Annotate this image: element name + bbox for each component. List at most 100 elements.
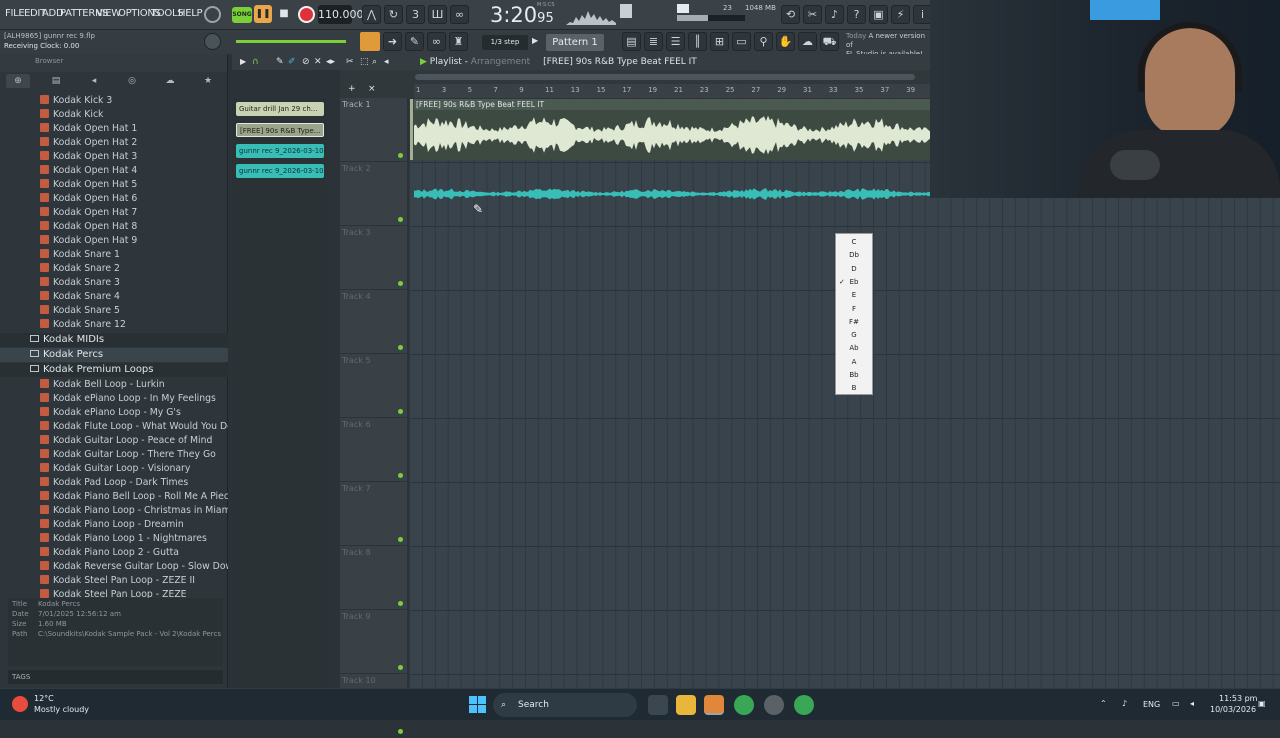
browser-folder-item[interactable]: Kodak Premium Loops	[0, 363, 228, 377]
browser-file-item[interactable]: Kodak Open Hat 2	[40, 136, 137, 149]
brush-tool-icon[interactable]: ✐	[288, 57, 296, 67]
browser-file-item[interactable]: Kodak Piano Loop - Dreamin	[40, 518, 184, 531]
delete-tool-icon[interactable]: ⊘	[302, 57, 310, 67]
stamp-button[interactable]: ♜	[449, 32, 468, 51]
browser-file-item[interactable]: Kodak Snare 4	[40, 290, 120, 303]
browser-file-item[interactable]: Kodak Kick 3	[40, 94, 112, 107]
stop-button[interactable]: ■	[276, 5, 292, 23]
song-mode-button[interactable]: SONG	[232, 7, 252, 23]
key-option[interactable]: F	[836, 303, 872, 316]
playlist-play-icon[interactable]: ▶	[420, 57, 430, 67]
snap-button[interactable]	[360, 32, 380, 51]
track-enable-led[interactable]	[398, 473, 403, 478]
track-enable-led[interactable]	[398, 665, 403, 670]
help-button[interactable]: ?	[847, 5, 866, 24]
main-volume-knob-icon[interactable]	[204, 33, 221, 50]
tags-bar[interactable]: TAGS	[8, 670, 223, 684]
audio-clip[interactable]: [FREE] 90s R&B Type Beat FEEL IT	[414, 99, 930, 160]
file-explorer-icon[interactable]	[676, 695, 696, 715]
browser-tab-project[interactable]: ▤	[44, 74, 68, 88]
track-header[interactable]: Track 5	[340, 354, 407, 418]
mixer-cut-button[interactable]: ✂	[803, 5, 822, 24]
project-button[interactable]: ▭	[732, 32, 751, 51]
browser-file-item[interactable]: Kodak Open Hat 8	[40, 220, 137, 233]
magnet-icon[interactable]: ∩	[252, 57, 259, 67]
browser-tab-all[interactable]: ⊕	[6, 74, 30, 88]
slice-tool-icon[interactable]: ✂	[346, 57, 354, 67]
key-option[interactable]: B	[836, 382, 872, 395]
clock-time[interactable]: 11:53 pm	[1219, 694, 1257, 703]
fl-studio-icon[interactable]	[704, 695, 724, 715]
network-icon[interactable]: ▭	[1172, 699, 1180, 708]
menu-help[interactable]: HELP	[178, 8, 203, 19]
mute-tool-icon[interactable]: ✕	[314, 57, 322, 67]
key-option[interactable]: C	[836, 236, 872, 249]
channel-rack-button[interactable]: ▤	[622, 32, 641, 51]
track-enable-led[interactable]	[398, 345, 403, 350]
key-option[interactable]: ✓ Eb	[836, 276, 872, 289]
browser-file-item[interactable]: Kodak Open Hat 3	[40, 150, 137, 163]
track-header[interactable]: Track 8	[340, 546, 407, 610]
track-header[interactable]: Track 1	[340, 98, 407, 162]
microphone-button[interactable]: ♪	[825, 5, 844, 24]
step-edit-button[interactable]: Ш	[428, 5, 447, 24]
track-enable-led[interactable]	[398, 281, 403, 286]
save-button[interactable]: ▣	[869, 5, 888, 24]
track-enable-led[interactable]	[398, 153, 403, 158]
track-header[interactable]: Track 3	[340, 226, 407, 290]
slip-tool-icon[interactable]: ◂▸	[326, 57, 335, 67]
pattern-selector[interactable]: Pattern 1	[546, 34, 604, 51]
key-option[interactable]: F#	[836, 316, 872, 329]
browser-file-item[interactable]: Kodak Piano Loop 1 - Nightmares	[40, 532, 207, 545]
language-indicator[interactable]: ENG	[1143, 700, 1160, 709]
pattern-prev-arrow-icon[interactable]: ▶	[532, 36, 538, 45]
master-pitch-knob-icon[interactable]	[204, 6, 221, 23]
browser-file-item[interactable]: Kodak Snare 5	[40, 304, 120, 317]
track-header[interactable]: Track 4	[340, 290, 407, 354]
browser-folder-item[interactable]: Kodak MIDIs	[0, 333, 228, 347]
plugin-picker-button[interactable]: ⚲	[754, 32, 773, 51]
browser-file-item[interactable]: Kodak Snare 1	[40, 248, 120, 261]
browser-tab-speaker[interactable]: ◂	[82, 74, 106, 88]
start-button[interactable]	[469, 696, 486, 713]
playback-tool-icon[interactable]: ◂	[384, 57, 389, 67]
wait-input-button[interactable]: ↻	[384, 5, 403, 24]
browser-file-item[interactable]: Kodak Piano Loop - Christmas in Miami	[40, 504, 228, 517]
taskbar-search[interactable]: ⌕ Search	[493, 693, 637, 717]
browser-file-item[interactable]: Kodak ePiano Loop - My G's	[40, 406, 181, 419]
key-option[interactable]: D	[836, 263, 872, 276]
browser-file-item[interactable]: Kodak Open Hat 1	[40, 122, 137, 135]
key-option[interactable]: Bb	[836, 369, 872, 382]
track-enable-led[interactable]	[398, 217, 403, 222]
browser-file-item[interactable]: Kodak Piano Loop 2 - Gutta	[40, 546, 179, 559]
link-button[interactable]: ∞	[427, 32, 446, 51]
browser-file-item[interactable]: Kodak Kick	[40, 108, 103, 121]
picker-item[interactable]: Guitar drill Jan 29 ch...	[236, 102, 324, 116]
key-option[interactable]: Db	[836, 249, 872, 262]
key-option[interactable]: E	[836, 289, 872, 302]
track-header[interactable]: Track 2	[340, 162, 407, 226]
browser-button[interactable]: ⊞	[710, 32, 729, 51]
zoom-tool-icon[interactable]: ⌕	[372, 57, 377, 67]
volume-icon[interactable]: ◂	[1190, 699, 1194, 708]
browser-tab-cloud[interactable]: ☁	[158, 74, 182, 88]
browser-file-item[interactable]: Kodak Bell Loop - Lurkin	[40, 378, 165, 391]
browser-file-item[interactable]: Kodak Piano Bell Loop - Roll Me A Piece	[40, 490, 228, 503]
master-volume-slider[interactable]	[236, 40, 346, 43]
track-enable-led[interactable]	[398, 409, 403, 414]
pencil-tool-icon[interactable]: ✎	[276, 57, 284, 67]
plugin-button[interactable]: ⚡	[891, 5, 910, 24]
clock-date[interactable]: 10/03/2026	[1210, 705, 1256, 714]
track-header[interactable]: Track 7	[340, 482, 407, 546]
track-enable-led[interactable]	[398, 729, 403, 734]
timeline-ruler[interactable]: 1 3 5 7 9 11 13 15 17 19 21 23 25 27 29 31 33 35 37 39	[414, 84, 930, 98]
task-view-icon[interactable]	[648, 695, 668, 715]
browser-file-item[interactable]: Kodak Guitar Loop - Peace of Mind	[40, 434, 212, 447]
weather-icon[interactable]	[12, 696, 28, 712]
browser-file-item[interactable]: Kodak Steel Pan Loop - ZEZE	[40, 588, 187, 598]
chrome-icon[interactable]	[734, 695, 754, 715]
browser-file-item[interactable]: Kodak Snare 3	[40, 276, 120, 289]
browser-file-item[interactable]: Kodak Open Hat 9	[40, 234, 137, 247]
tray-chevron-icon[interactable]: ⌃	[1100, 699, 1107, 708]
loop-record-button[interactable]: ∞	[450, 5, 469, 24]
